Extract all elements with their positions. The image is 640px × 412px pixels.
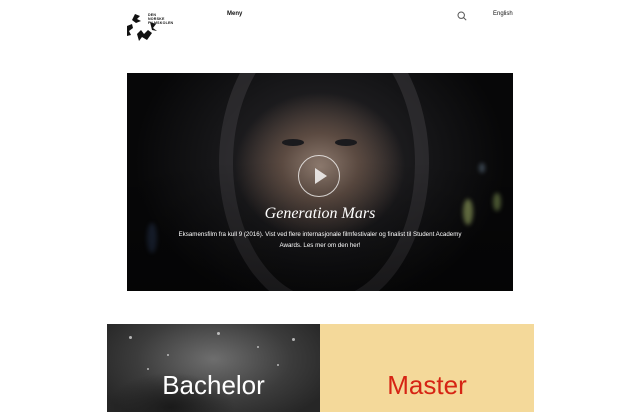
image-speck bbox=[277, 364, 279, 366]
image-speck bbox=[129, 336, 132, 339]
hero-description: Eksamensfilm fra kull 9 (2016). Vist ved… bbox=[178, 231, 462, 249]
bachelor-label: Bachelor bbox=[162, 370, 265, 400]
hero-video[interactable]: Generation Mars Eksamensfilm fra kull 9 … bbox=[127, 73, 513, 291]
image-speck bbox=[167, 354, 169, 356]
master-label: Master bbox=[387, 370, 467, 400]
program-cards: Bachelor Master bbox=[107, 324, 534, 412]
menu-button[interactable]: Meny bbox=[227, 11, 242, 17]
site-header: DEN NORSKE FILMSKOLEN Meny English bbox=[0, 0, 640, 60]
play-icon[interactable] bbox=[298, 155, 340, 197]
logo[interactable]: DEN NORSKE FILMSKOLEN bbox=[126, 12, 196, 44]
bachelor-card[interactable]: Bachelor bbox=[107, 324, 320, 412]
master-card[interactable]: Master bbox=[320, 324, 534, 412]
image-speck bbox=[257, 346, 259, 348]
language-switch-link[interactable]: English bbox=[493, 11, 513, 17]
image-speck bbox=[217, 332, 220, 335]
logo-text: DEN NORSKE FILMSKOLEN bbox=[148, 13, 173, 26]
hero-title: Generation Mars bbox=[264, 205, 376, 222]
image-speck bbox=[292, 338, 295, 341]
search-icon[interactable] bbox=[457, 11, 467, 21]
logo-line: FILMSKOLEN bbox=[148, 21, 174, 26]
